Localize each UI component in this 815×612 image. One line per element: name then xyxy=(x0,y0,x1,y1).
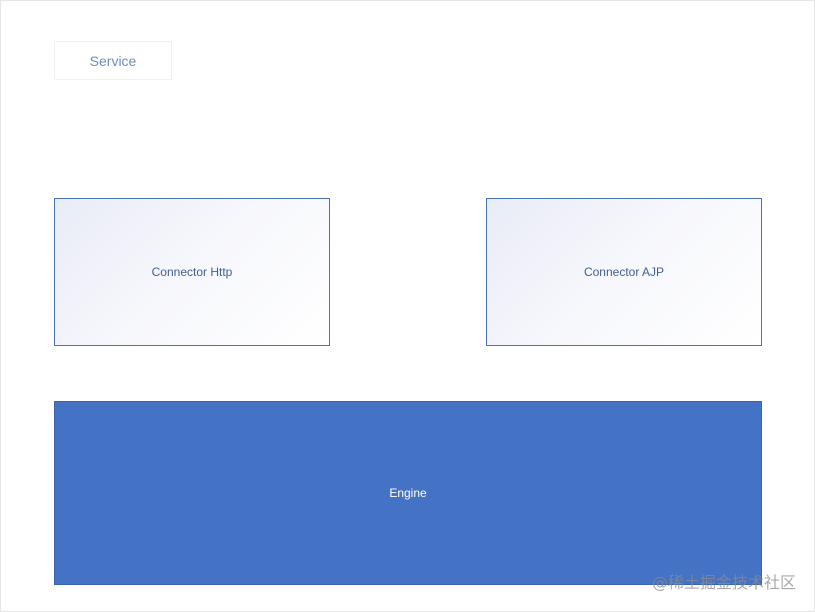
watermark: @稀土掘金技术社区 xyxy=(651,573,796,592)
diagram-canvas: Service Connector Http Connector AJP Eng… xyxy=(0,0,815,612)
connector-ajp-label: Connector AJP xyxy=(583,265,665,279)
connector-http-box: Connector Http xyxy=(54,198,330,346)
connector-ajp-box: Connector AJP xyxy=(486,198,762,346)
connector-http-label: Connector Http xyxy=(151,265,233,279)
service-label: Service xyxy=(54,41,172,80)
engine-label: Engine xyxy=(389,486,427,500)
engine-box: Engine xyxy=(54,401,762,585)
